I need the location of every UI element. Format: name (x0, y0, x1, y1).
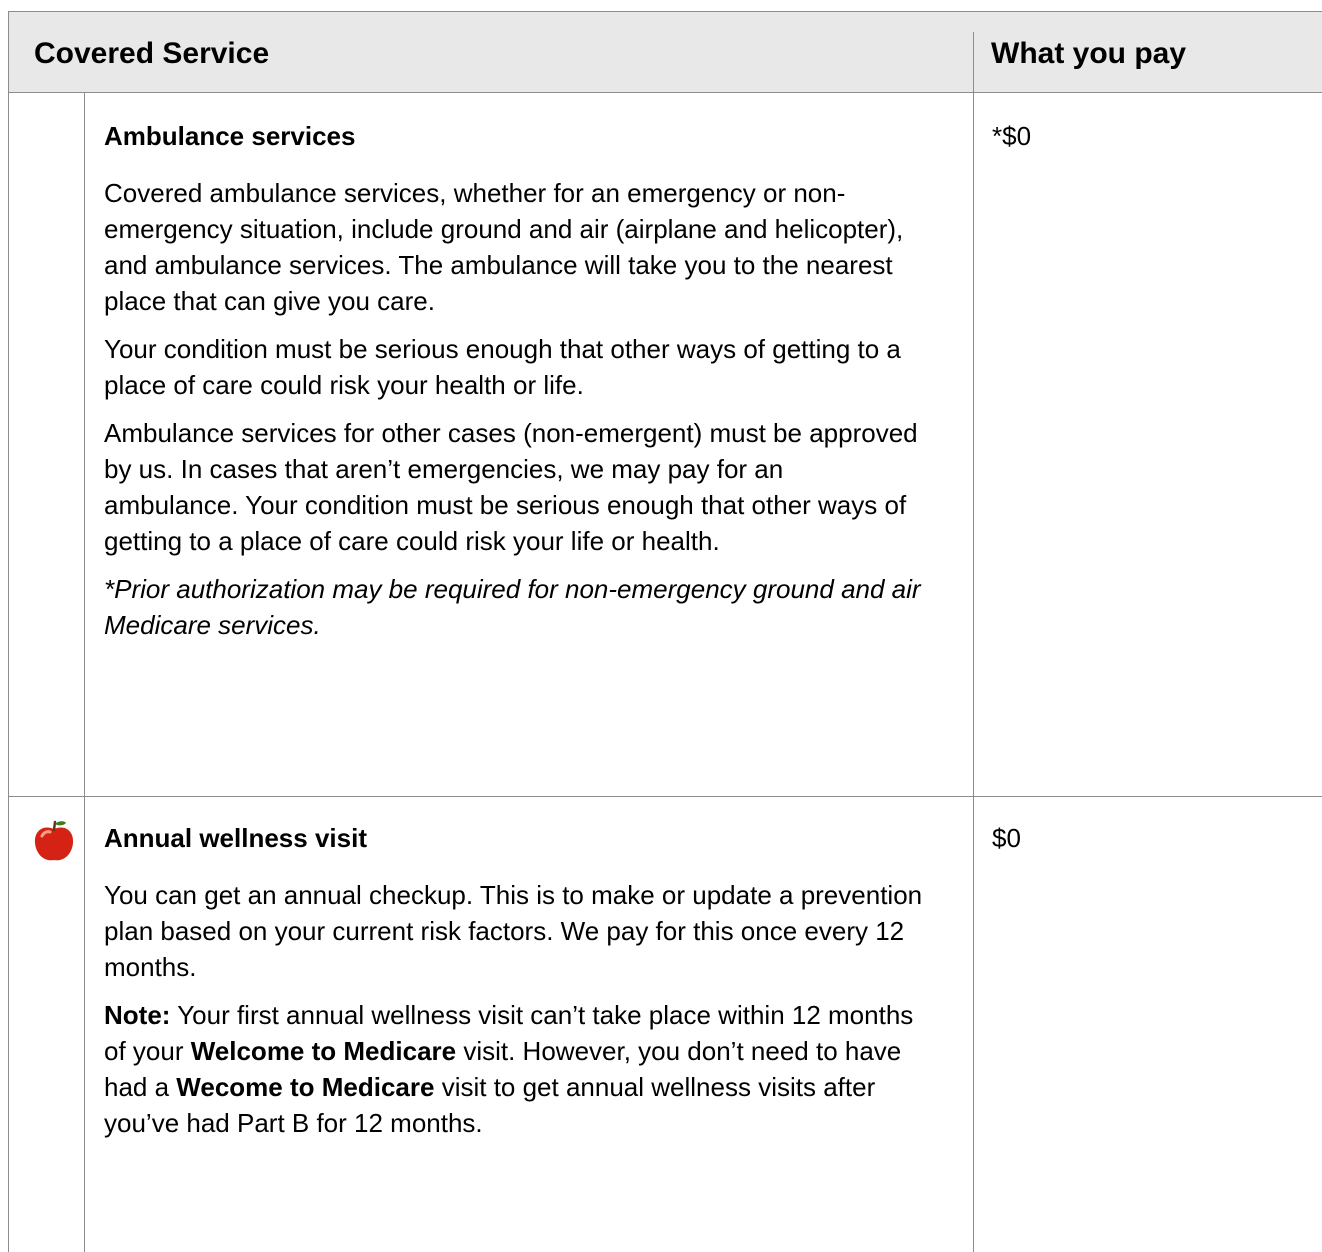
benefits-table: Covered Service What you pay Ambulance s… (8, 11, 1322, 1252)
annual-wellness-visit-title: Annual wellness visit (104, 823, 367, 853)
annual-wellness-visit-cell: Annual wellness visit You can get an ann… (104, 820, 924, 1153)
note-bold-2: Wecome to Medicare (176, 1072, 435, 1102)
ambulance-prior-auth-note: *Prior authorization may be required for… (104, 574, 921, 640)
header-covered-service: Covered Service (34, 37, 270, 70)
table-header: Covered Service What you pay (9, 12, 1322, 93)
column-divider-pay-col (973, 32, 974, 1252)
note-label: Note: (104, 1000, 171, 1030)
wellness-paragraph-1: You can get an annual checkup. This is t… (104, 880, 923, 982)
ambulance-paragraph-2: Your condition must be serious enough th… (104, 334, 901, 400)
ambulance-paragraph-3: Ambulance services for other cases (non-… (104, 418, 918, 556)
note-bold-1: Welcome to Medicare (190, 1036, 457, 1066)
ambulance-services-title: Ambulance services (104, 121, 356, 151)
ambulance-services-cell: Ambulance services Covered ambulance ser… (104, 118, 924, 655)
column-divider-icon-col (84, 92, 85, 1252)
row-divider (9, 796, 1322, 797)
ambulance-paragraph-1: Covered ambulance services, whether for … (104, 178, 904, 316)
ambulance-pay-value: *$0 (992, 121, 1032, 151)
wellness-pay-value: $0 (992, 823, 1021, 853)
apple-icon (34, 820, 74, 861)
header-what-you-pay: What you pay (991, 37, 1187, 70)
wellness-note-paragraph: Note: Your first annual wellness visit c… (104, 997, 924, 1141)
